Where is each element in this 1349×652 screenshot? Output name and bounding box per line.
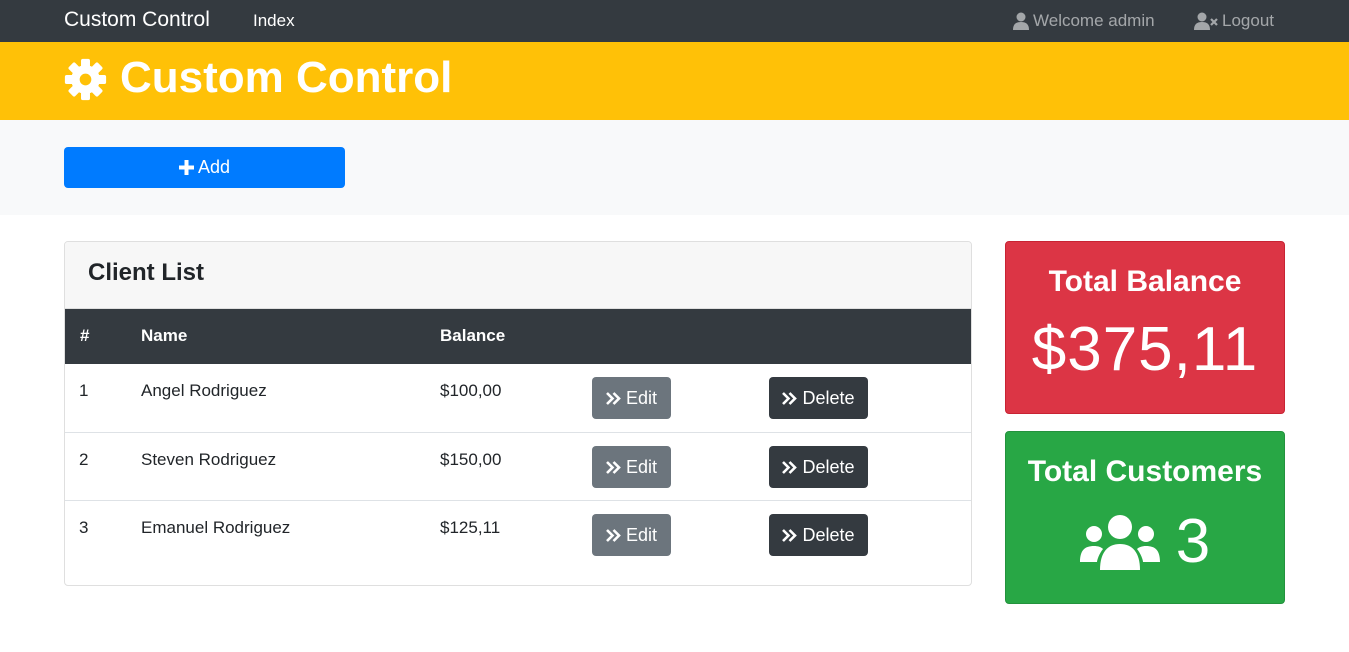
navbar-brand[interactable]: Custom Control	[64, 8, 210, 32]
delete-button[interactable]: Delete	[769, 514, 868, 556]
user-times-icon	[1194, 12, 1218, 30]
delete-button-label: Delete	[802, 524, 855, 545]
total-customers-row: 3	[1006, 506, 1284, 577]
edit-button[interactable]: Edit	[592, 446, 671, 488]
page-header: Custom Control	[0, 42, 1349, 120]
card-header: Client List	[65, 242, 971, 309]
row-number: 1	[79, 381, 89, 400]
client-name: Emanuel Rodriguez	[141, 518, 291, 537]
total-customers-title: Total Customers	[1027, 455, 1263, 488]
add-button-label: Add	[197, 157, 231, 177]
client-balance: $150,00	[440, 450, 502, 469]
delete-button-label: Delete	[802, 456, 855, 477]
client-balance: $125,11	[440, 518, 501, 537]
column-header-number: #	[80, 326, 90, 345]
plus-icon	[178, 160, 194, 175]
edit-button-label: Edit	[625, 387, 658, 408]
edit-button[interactable]: Edit	[592, 514, 671, 556]
delete-button[interactable]: Delete	[769, 446, 868, 488]
total-customers-value: 3	[1175, 507, 1211, 576]
nav-logout-label: Logout	[1222, 11, 1274, 30]
double-chevron-right-icon	[606, 528, 621, 542]
column-header-name: Name	[141, 326, 188, 345]
total-balance-card: Total Balance $375,11	[1005, 241, 1285, 414]
total-balance-title: Total Balance	[1048, 265, 1242, 298]
users-icon	[1079, 514, 1160, 570]
double-chevron-right-icon	[782, 460, 798, 474]
double-chevron-right-icon	[782, 391, 798, 405]
row-number: 2	[79, 450, 89, 469]
nav-link-index[interactable]: Index	[253, 11, 295, 31]
nav-welcome-link[interactable]: Welcome admin	[1013, 11, 1155, 31]
double-chevron-right-icon	[606, 391, 621, 405]
user-icon	[1013, 12, 1029, 30]
column-header-balance: Balance	[440, 326, 506, 345]
client-list-title: Client List	[88, 259, 205, 286]
total-customers-card: Total Customers 3	[1005, 431, 1285, 604]
edit-button[interactable]: Edit	[592, 377, 671, 419]
table-body: 1 Angel Rodriguez $100,00 Edit Delete 2 …	[65, 364, 971, 568]
edit-button-label: Edit	[625, 524, 658, 545]
client-balance: $100,00	[440, 381, 502, 400]
table-row: 1 Angel Rodriguez $100,00 Edit Delete	[65, 364, 971, 432]
gear-icon	[64, 58, 107, 101]
page-title: Custom Control	[120, 53, 453, 102]
client-name: Angel Rodriguez	[141, 381, 267, 400]
add-button[interactable]: Add	[64, 147, 345, 188]
table-row: 3 Emanuel Rodriguez $125,11 Edit Delete	[65, 500, 971, 568]
actions-bar: Add	[0, 120, 1349, 215]
double-chevron-right-icon	[782, 528, 798, 542]
table-row: 2 Steven Rodriguez $150,00 Edit Delete	[65, 432, 971, 500]
table-header: # Name Balance	[65, 309, 971, 364]
client-list-card: Client List # Name Balance 1 Angel Rodri…	[64, 241, 972, 586]
total-balance-value: $375,11	[1031, 315, 1259, 384]
double-chevron-right-icon	[606, 460, 621, 474]
delete-button[interactable]: Delete	[769, 377, 868, 419]
edit-button-label: Edit	[625, 456, 658, 477]
nav-welcome-label: Welcome admin	[1033, 11, 1155, 30]
delete-button-label: Delete	[802, 387, 855, 408]
row-number: 3	[79, 518, 89, 537]
top-navbar: Custom Control Index Welcome admin Logou…	[0, 0, 1349, 42]
client-name: Steven Rodriguez	[141, 450, 277, 469]
nav-logout-link[interactable]: Logout	[1194, 11, 1274, 31]
